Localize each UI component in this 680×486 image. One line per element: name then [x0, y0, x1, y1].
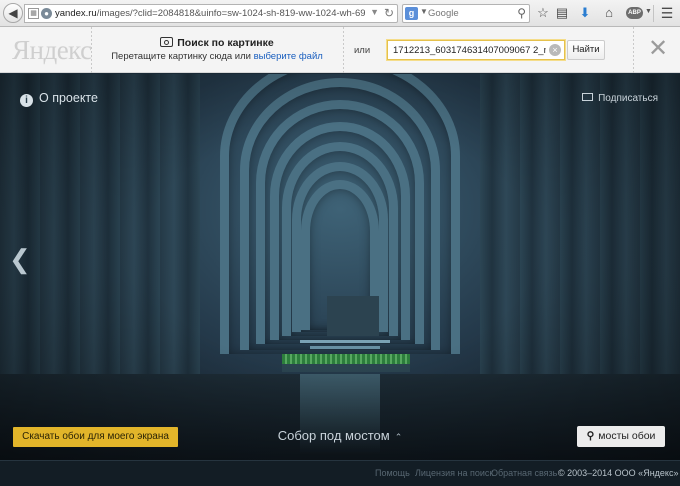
url-text[interactable]: yandex.ru/images/?clid=2084818&uinfo=sw-…	[55, 8, 365, 20]
globe-icon: ●	[41, 8, 52, 19]
about-project-link[interactable]: iО проекте	[20, 91, 98, 107]
caret-up-icon[interactable]: ⌃	[395, 432, 403, 442]
image-search-panel: Яндекс Поиск по картинке Перетащите карт…	[0, 27, 680, 73]
search-icon: ⚲	[586, 430, 595, 442]
addon-dropdown-icon[interactable]: ▼	[645, 8, 652, 15]
clipboard-icon[interactable]: ▤	[553, 4, 571, 22]
menu-icon[interactable]: ☰	[658, 4, 676, 22]
more-images-button[interactable]: ⚲ мосты обои	[577, 426, 665, 447]
bookmark-star-icon[interactable]: ☆	[534, 4, 552, 22]
download-arrow-icon[interactable]: ⬇	[576, 4, 594, 22]
image-url-value[interactable]: 1712213_603174631407009067 2_n.jpg	[393, 45, 546, 56]
camera-icon	[160, 37, 174, 47]
subscribe-link[interactable]: Подписаться	[582, 93, 658, 104]
yandex-logo[interactable]: Яндекс	[12, 35, 92, 66]
toolbar-divider	[653, 5, 654, 22]
previous-image-arrow-icon[interactable]: ❮	[9, 244, 31, 275]
feedback-link[interactable]: Обратная связь	[491, 468, 557, 478]
clear-input-icon[interactable]: ×	[549, 44, 561, 56]
addon-badge-icon[interactable]: ABP	[626, 7, 643, 19]
wallpaper-image: iО проекте Подписаться ❮ Скачать обои дл…	[0, 74, 680, 460]
find-button[interactable]: Найти	[567, 40, 605, 60]
copyright: © 2003–2014 ООО «Яндекс»	[558, 468, 679, 478]
back-button[interactable]: ◀	[3, 3, 23, 23]
home-icon[interactable]: ⌂	[600, 4, 618, 22]
divider	[343, 27, 344, 73]
license-link[interactable]: Лицензия на поиск	[415, 468, 493, 478]
reload-icon[interactable]: ↻	[384, 6, 394, 20]
tab-grid-icon[interactable]: ▦	[28, 8, 39, 19]
image-drop-zone[interactable]: Поиск по картинке Перетащите картинку сю…	[91, 27, 343, 73]
help-link[interactable]: Помощь	[375, 468, 410, 478]
vignette	[0, 74, 680, 460]
close-icon[interactable]: ✕	[644, 35, 672, 63]
browser-search-box[interactable]: g ▼ Google ⚲	[402, 4, 530, 23]
google-engine-icon[interactable]: g	[405, 7, 418, 20]
browser-toolbar: ◀ ▦ ● yandex.ru/images/?clid=2084818&uin…	[0, 0, 680, 27]
choose-file-link[interactable]: выберите файл	[254, 51, 323, 62]
image-url-input[interactable]: 1712213_603174631407009067 2_n.jpg ×	[387, 40, 565, 60]
search-icon[interactable]: ⚲	[517, 6, 526, 20]
info-icon: i	[20, 94, 33, 107]
dropzone-title: Поиск по картинке	[91, 37, 343, 49]
mail-icon	[582, 93, 594, 101]
address-bar[interactable]: ▦ ● yandex.ru/images/?clid=2084818&uinfo…	[24, 4, 398, 23]
search-placeholder: Google	[428, 8, 459, 19]
divider	[633, 27, 634, 73]
history-dropdown-icon[interactable]: ▼	[370, 7, 379, 17]
or-label: или	[354, 45, 371, 56]
engine-dropdown-icon[interactable]: ▼	[420, 7, 428, 16]
dropzone-hint: Перетащите картинку сюда или выберите фа…	[111, 51, 323, 62]
page-footer: Помощь Лицензия на поиск Обратная связь …	[0, 460, 680, 486]
